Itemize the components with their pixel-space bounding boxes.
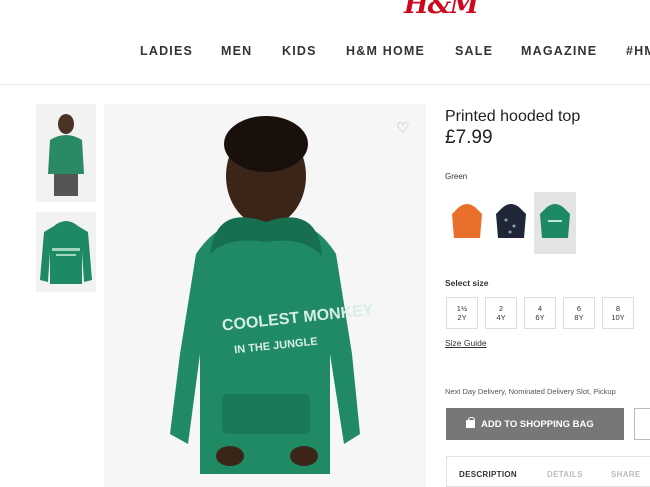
header-divider	[0, 84, 650, 85]
heart-outline-icon[interactable]: ♡	[394, 120, 412, 138]
nav-item-ladies[interactable]: LADIES	[140, 44, 193, 58]
size-guide-link[interactable]: Size Guide	[445, 338, 487, 348]
select-size-label: Select size	[445, 278, 489, 288]
size-option-1-5-2y[interactable]: 1½ 2Y	[446, 297, 478, 329]
nav-item-hm-home[interactable]: H&M HOME	[346, 44, 425, 58]
nav-item-sale[interactable]: SALE	[455, 44, 493, 58]
selected-color-label: Green	[445, 172, 468, 181]
tab-description[interactable]: DESCRIPTION	[459, 470, 517, 479]
tab-share[interactable]: SHARE	[611, 470, 641, 479]
main-navigation: LADIES MEN KIDS H&M HOME SALE MAGAZINE #…	[0, 40, 650, 66]
size-bottom: 6Y	[535, 312, 545, 322]
hm-logo[interactable]: H&M	[404, 0, 479, 20]
add-to-shopping-bag-button[interactable]: ADD TO SHOPPING BAG	[446, 408, 624, 440]
product-main-image: COOLEST MONKEY IN THE JUNGLE	[104, 104, 426, 487]
thumbnail-product[interactable]	[36, 212, 96, 292]
product-price: £7.99	[445, 127, 493, 148]
nav-item-hm-hashtag[interactable]: #HM	[626, 44, 650, 58]
shopping-bag-icon	[466, 417, 475, 428]
nav-item-men[interactable]: MEN	[221, 44, 252, 58]
size-bottom: 8Y	[574, 312, 584, 322]
size-option-6-8y[interactable]: 6 8Y	[563, 297, 595, 329]
product-title: Printed hooded top	[445, 108, 581, 125]
size-option-2-4y[interactable]: 2 4Y	[485, 297, 517, 329]
nav-item-magazine[interactable]: MAGAZINE	[521, 44, 597, 58]
size-option-8-10y[interactable]: 8 10Y	[602, 297, 634, 329]
favourite-button[interactable]	[634, 408, 650, 440]
size-bottom: 10Y	[611, 312, 625, 322]
color-swatch-orange[interactable]	[446, 192, 488, 254]
tab-details[interactable]: DETAILS	[547, 470, 583, 479]
delivery-info: Next Day Delivery, Nominated Delivery Sl…	[445, 387, 616, 396]
color-swatch-navy[interactable]	[490, 192, 532, 254]
thumbnail-model[interactable]	[36, 104, 96, 202]
size-bottom: 4Y	[496, 312, 506, 322]
nav-item-kids[interactable]: KIDS	[282, 44, 317, 58]
size-option-4-6y[interactable]: 4 6Y	[524, 297, 556, 329]
color-swatch-green[interactable]	[534, 192, 576, 254]
add-to-bag-label: ADD TO SHOPPING BAG	[481, 418, 594, 430]
product-info-tabs: DESCRIPTION DETAILS SHARE	[446, 456, 650, 487]
size-bottom: 2Y	[457, 312, 467, 322]
